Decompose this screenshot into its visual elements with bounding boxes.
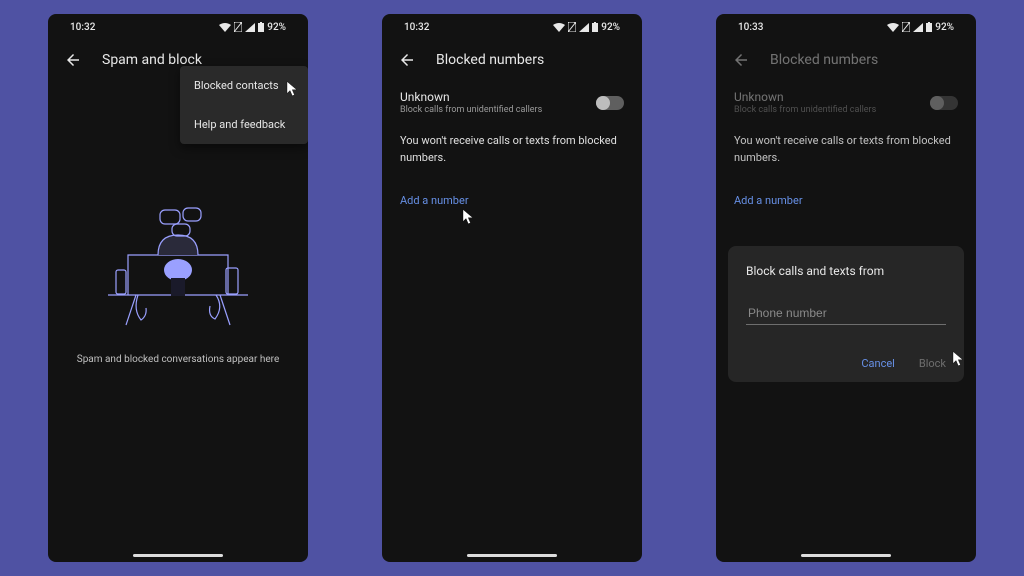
signal-icon bbox=[913, 23, 923, 32]
page-title: Blocked numbers bbox=[770, 52, 878, 68]
home-indicator[interactable] bbox=[801, 554, 891, 557]
battery-icon bbox=[926, 22, 932, 32]
blocked-info-text: You won't receive calls or texts from bl… bbox=[716, 121, 976, 166]
wifi-icon bbox=[553, 23, 565, 32]
unknown-toggle bbox=[930, 96, 958, 110]
status-icons: 92% bbox=[219, 22, 286, 33]
phone-number-input[interactable] bbox=[746, 302, 946, 325]
status-bar: 10:32 92% bbox=[382, 14, 642, 40]
setting-text: Unknown Block calls from unidentified ca… bbox=[400, 90, 596, 115]
empty-state: Spam and blocked conversations appear he… bbox=[48, 200, 308, 365]
blocked-info-text: You won't receive calls or texts from bl… bbox=[382, 121, 642, 166]
empty-illustration-icon bbox=[98, 200, 258, 330]
phone-screen-1: 10:32 92% Spam and block Blocked contact… bbox=[48, 14, 308, 562]
no-sim-icon bbox=[902, 22, 910, 32]
battery-icon bbox=[258, 22, 264, 32]
battery-text: 92% bbox=[601, 22, 620, 33]
battery-text: 92% bbox=[267, 22, 286, 33]
block-dialog: Block calls and texts from Cancel Block bbox=[728, 246, 964, 382]
signal-icon bbox=[579, 23, 589, 32]
cursor-icon bbox=[460, 208, 478, 226]
wifi-icon bbox=[219, 23, 231, 32]
menu-help-feedback[interactable]: Help and feedback bbox=[180, 105, 308, 144]
battery-icon bbox=[592, 22, 598, 32]
unknown-toggle[interactable] bbox=[596, 96, 624, 110]
signal-icon bbox=[245, 23, 255, 32]
home-indicator[interactable] bbox=[467, 554, 557, 557]
overflow-menu: Blocked contacts Help and feedback bbox=[180, 66, 308, 144]
home-indicator[interactable] bbox=[133, 554, 223, 557]
page-title: Blocked numbers bbox=[436, 52, 544, 68]
status-bar: 10:32 92% bbox=[48, 14, 308, 40]
wifi-icon bbox=[887, 23, 899, 32]
status-time: 10:32 bbox=[70, 22, 95, 33]
back-icon[interactable] bbox=[398, 51, 416, 69]
setting-subtitle: Block calls from unidentified callers bbox=[734, 105, 930, 115]
empty-text: Spam and blocked conversations appear he… bbox=[77, 354, 280, 365]
phone-screen-2: 10:32 92% Blocked numbers Unknown Block … bbox=[382, 14, 642, 562]
back-icon[interactable] bbox=[64, 51, 82, 69]
status-icons: 92% bbox=[553, 22, 620, 33]
add-number-link[interactable]: Add a number bbox=[382, 166, 642, 207]
setting-title: Unknown bbox=[400, 90, 596, 104]
setting-title: Unknown bbox=[734, 90, 930, 104]
block-button[interactable]: Block bbox=[919, 357, 946, 370]
no-sim-icon bbox=[568, 22, 576, 32]
status-icons: 92% bbox=[887, 22, 954, 33]
status-bar: 10:33 92% bbox=[716, 14, 976, 40]
phone-screen-3: 10:33 92% Blocked numbers Unknown Block … bbox=[716, 14, 976, 562]
setting-subtitle: Block calls from unidentified callers bbox=[400, 105, 596, 115]
cancel-button[interactable]: Cancel bbox=[861, 357, 894, 370]
dialog-title: Block calls and texts from bbox=[746, 264, 946, 278]
unknown-callers-row: Unknown Block calls from unidentified ca… bbox=[716, 80, 976, 121]
add-number-link[interactable]: Add a number bbox=[716, 166, 976, 207]
menu-blocked-contacts[interactable]: Blocked contacts bbox=[180, 66, 308, 105]
unknown-callers-row[interactable]: Unknown Block calls from unidentified ca… bbox=[382, 80, 642, 121]
app-header: Blocked numbers bbox=[382, 40, 642, 80]
status-time: 10:33 bbox=[738, 22, 763, 33]
status-time: 10:32 bbox=[404, 22, 429, 33]
back-icon[interactable] bbox=[732, 51, 750, 69]
no-sim-icon bbox=[234, 22, 242, 32]
dialog-actions: Cancel Block bbox=[746, 357, 946, 370]
battery-text: 92% bbox=[935, 22, 954, 33]
setting-text: Unknown Block calls from unidentified ca… bbox=[734, 90, 930, 115]
app-header: Blocked numbers bbox=[716, 40, 976, 80]
